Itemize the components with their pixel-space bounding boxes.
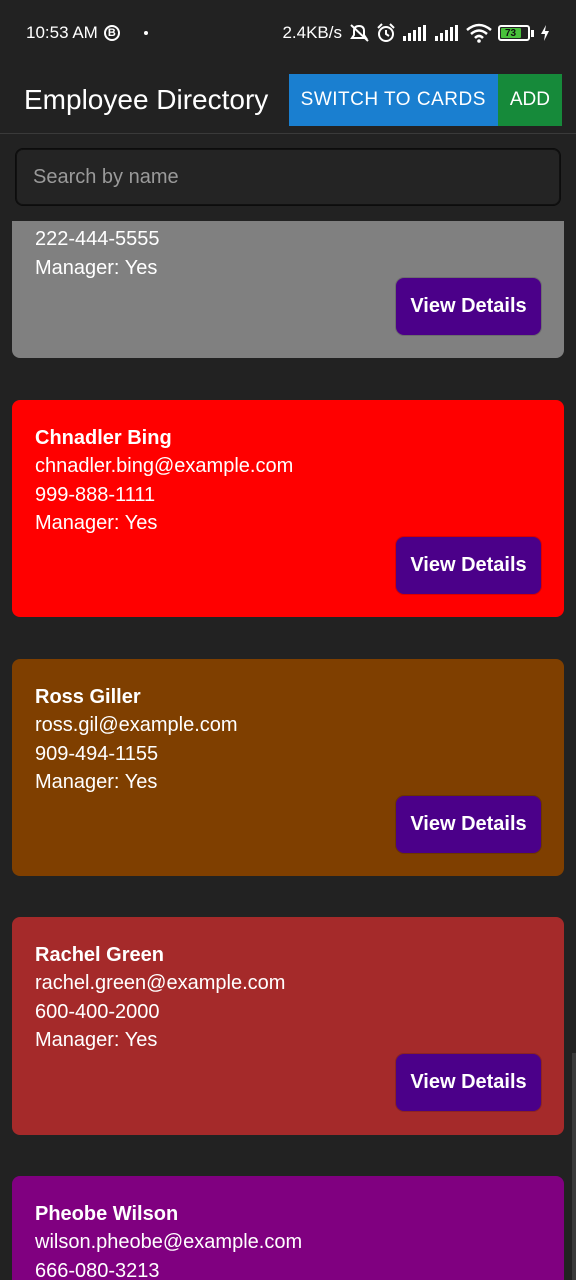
employee-email: rachel.green@example.com	[35, 972, 286, 994]
battery-icon: 73	[498, 25, 534, 41]
employee-phone: 666-080-3213	[35, 1259, 160, 1280]
employee-card: Chnadler Bing chnadler.bing@example.com …	[12, 400, 564, 617]
employee-card: 222-444-5555 Manager: Yes View Details	[12, 221, 564, 358]
charging-icon	[541, 25, 549, 41]
employee-card: Ross Giller ross.gil@example.com 909-494…	[12, 659, 564, 876]
page-title: Employee Directory	[24, 83, 269, 115]
employee-manager: Manager: Yes	[35, 1029, 158, 1051]
employee-phone: 909-494-1155	[35, 742, 159, 765]
search-box	[15, 148, 561, 206]
employee-phone: 222-444-5555	[35, 228, 160, 250]
employee-name: Ross Giller	[35, 686, 141, 708]
net-speed: 2.4KB/s	[282, 23, 342, 42]
employee-card: Rachel Green rachel.green@example.com 60…	[12, 917, 564, 1135]
status-bar: 10:53 AM B 2.4KB/s 73	[0, 0, 576, 66]
view-details-button[interactable]: View Details	[396, 796, 541, 853]
view-details-button[interactable]: View Details	[396, 537, 541, 594]
employee-phone: 600-400-2000	[35, 1000, 160, 1023]
employee-email: chnadler.bing@example.com	[35, 455, 294, 477]
employee-manager: Manager: Yes	[35, 512, 158, 534]
alarm-icon	[377, 23, 395, 42]
switch-to-cards-button[interactable]: SWITCH TO CARDS	[288, 73, 498, 126]
employee-card: Pheobe Wilson wilson.pheobe@example.com …	[12, 1176, 564, 1280]
b-badge-icon: B	[103, 25, 120, 41]
employee-name: Pheobe Wilson	[35, 1203, 179, 1225]
view-details-button[interactable]: View Details	[396, 278, 541, 335]
employee-phone: 999-888-1111	[35, 483, 156, 506]
signal-icon	[403, 25, 426, 41]
app-bar: Employee Directory SWITCH TO CARDS ADD	[0, 66, 576, 134]
add-button[interactable]: ADD	[497, 73, 562, 126]
employee-name: Chnadler Bing	[35, 427, 172, 449]
battery-level: 73	[505, 27, 517, 39]
notification-dot-icon	[143, 31, 148, 35]
employee-name: Rachel Green	[35, 944, 164, 966]
employee-email: wilson.pheobe@example.com	[35, 1231, 303, 1253]
mute-icon	[350, 24, 369, 42]
scrollbar[interactable]	[572, 1053, 576, 1280]
signal-icon	[435, 25, 458, 41]
employee-manager: Manager: Yes	[35, 771, 158, 793]
clock: 10:53 AM	[26, 23, 98, 42]
employee-list[interactable]: 222-444-5555 Manager: Yes View Details C…	[0, 221, 576, 1280]
employee-email: ross.gil@example.com	[35, 714, 238, 736]
wifi-icon	[466, 23, 492, 43]
search-input[interactable]	[16, 149, 560, 205]
view-details-button[interactable]: View Details	[396, 1054, 541, 1111]
